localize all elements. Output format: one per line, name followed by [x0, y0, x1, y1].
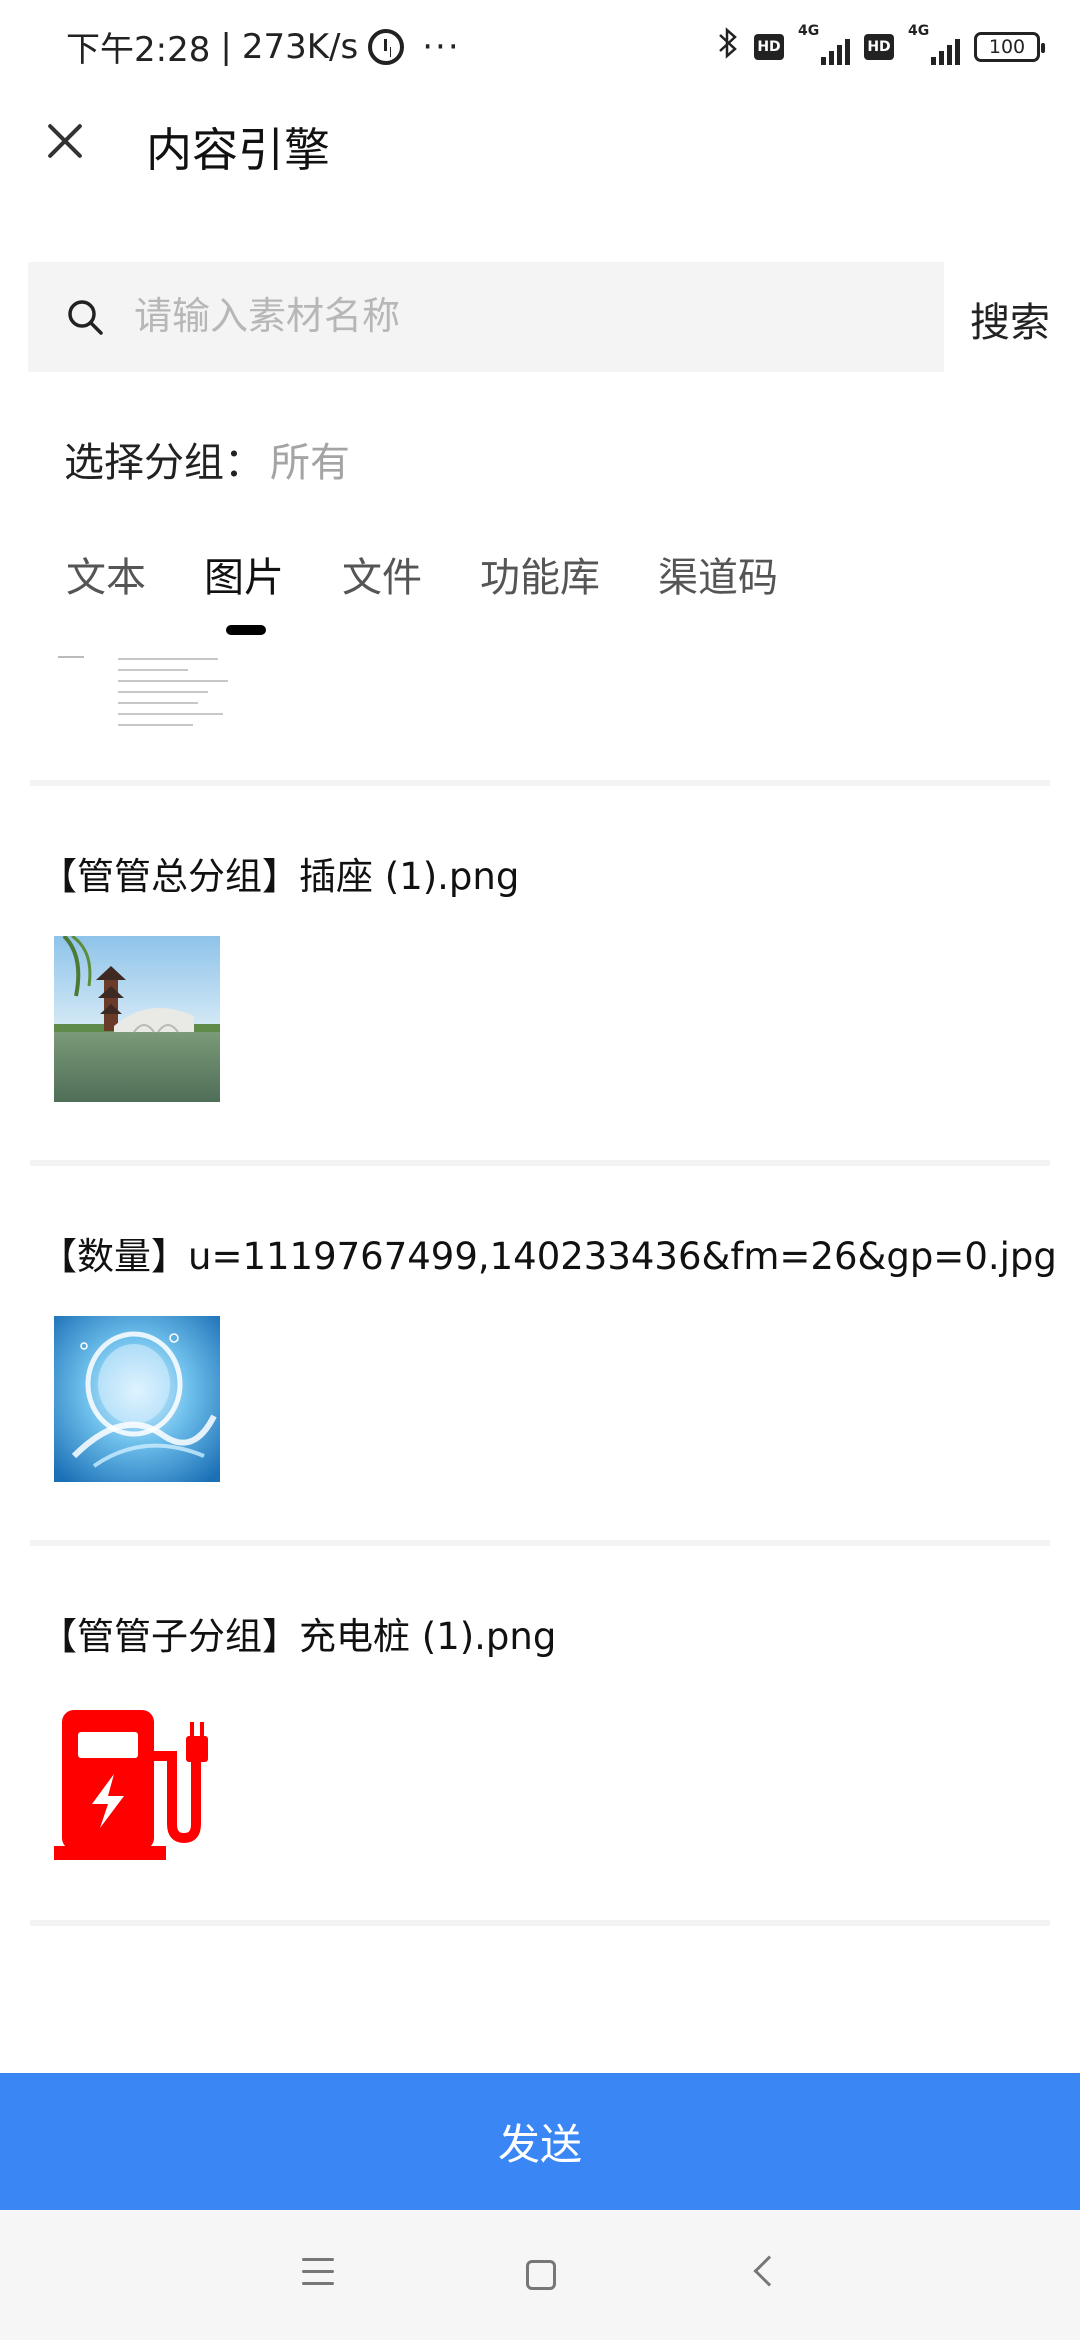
item-title: 【管管总分组】插座 (1).png: [40, 855, 520, 898]
group-value[interactable]: 所有: [270, 440, 350, 486]
bluetooth-icon: [716, 26, 740, 68]
status-right: HD 4G HD 4G 100: [716, 23, 1045, 68]
send-button[interactable]: 发送: [0, 2073, 1080, 2210]
group-selector[interactable]: 选择分组： 所有: [64, 430, 350, 488]
system-nav-bar: [0, 2210, 1080, 2340]
pavilion-photo-thumbnail: [54, 936, 220, 1102]
hd-badge-icon: HD: [754, 34, 784, 60]
tab-bar: 文本 图片 文件 功能库 渠道码: [0, 545, 1080, 645]
item-title: 【管管子分组】充电桩 (1).png: [40, 1615, 557, 1658]
group-label: 选择分组：: [64, 440, 264, 486]
net-speed: 273K/s: [241, 26, 359, 67]
search-button[interactable]: 搜索: [970, 290, 1050, 348]
tab-indicator: [226, 625, 266, 635]
alarm-icon: [368, 28, 405, 65]
more-dots: ···: [422, 26, 461, 67]
home-icon[interactable]: [526, 2260, 556, 2290]
search-icon: [68, 300, 103, 335]
list-divider: [30, 1920, 1050, 1926]
tab-channel-code[interactable]: 渠道码: [658, 545, 778, 603]
search-input[interactable]: [134, 286, 914, 346]
tab-text[interactable]: 文本: [66, 545, 146, 603]
back-icon[interactable]: [753, 2255, 785, 2287]
charging-pile-icon: [54, 1710, 208, 1860]
water-splash-photo-thumbnail: [54, 1316, 220, 1482]
signal-icon: 4G: [798, 23, 850, 65]
search-bar: [28, 262, 944, 372]
hd-badge-icon: HD: [864, 34, 894, 60]
status-bar: 下午2:28 | 273K/s ··· HD 4G HD 4G 100: [0, 0, 1080, 96]
status-time: 下午2:28: [66, 30, 211, 70]
signal-icon: 4G: [908, 23, 960, 65]
list-item[interactable]: 【管管总分组】插座 (1).png: [30, 780, 1050, 1160]
app-header: 内容引擎: [0, 96, 1080, 206]
list-item[interactable]: 【管管子分组】充电桩 (1).png: [30, 1540, 1050, 1920]
tab-files[interactable]: 文件: [342, 545, 422, 603]
menu-icon[interactable]: [302, 2258, 334, 2288]
material-list: 【管管总分组】插座 (1).png 【数量】u=1119767499,14023…: [0, 640, 1080, 2070]
document-thumbnail-mark: [58, 656, 84, 658]
tab-images[interactable]: 图片: [204, 545, 284, 603]
page-title: 内容引擎: [146, 123, 330, 177]
item-title: 【数量】u=1119767499,140233436&fm=26&gp=0.jp…: [40, 1235, 1057, 1278]
tab-function-library[interactable]: 功能库: [480, 545, 600, 603]
list-item[interactable]: [30, 640, 1050, 785]
battery-icon: 100: [974, 32, 1045, 62]
list-item[interactable]: 【数量】u=1119767499,140233436&fm=26&gp=0.jp…: [30, 1160, 1057, 1540]
close-icon[interactable]: [40, 116, 90, 166]
document-thumbnail: [118, 658, 236, 738]
status-left: 下午2:28 | 273K/s ···: [66, 22, 461, 71]
